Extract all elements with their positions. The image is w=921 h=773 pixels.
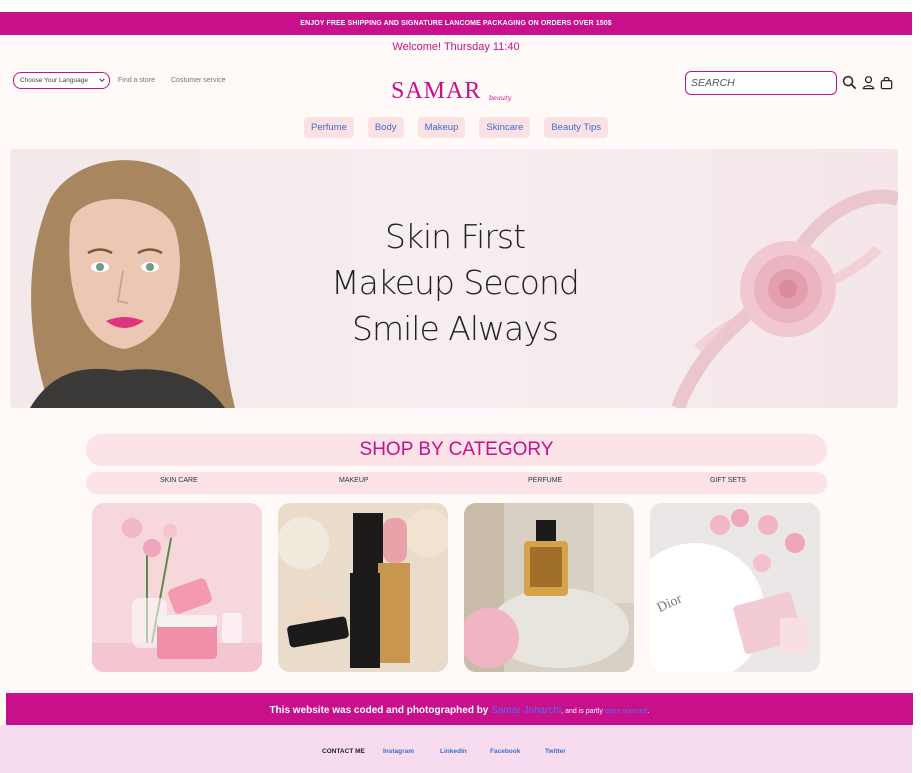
user-icon[interactable] [861, 75, 876, 90]
hero-line-1: Skin First [384, 217, 526, 256]
twitter-link[interactable]: Twitter [545, 748, 566, 755]
hero-line-3: Smile Always [352, 309, 559, 348]
nav-item-skincare[interactable]: Skincare [479, 117, 531, 138]
instagram-link[interactable]: Instagram [383, 748, 414, 755]
hero-banner: Skin First Makeup Second Smile Always [10, 149, 898, 408]
footer-credit-middle: , and is partly [561, 708, 605, 715]
opensource-link[interactable]: open-sourced [605, 708, 648, 715]
tab-makeup[interactable]: MAKEUP [336, 477, 372, 484]
language-select[interactable]: Choose Your Language [13, 72, 110, 89]
gift-set-product-image: Dior [650, 503, 820, 672]
category-card-perfume[interactable] [464, 503, 634, 672]
page: ENJOY FREE SHIPPING AND SIGNATURE LANCOM… [0, 0, 921, 773]
search-input[interactable]: SEARCH [685, 71, 837, 95]
facebook-link[interactable]: Facebook [490, 748, 520, 755]
tab-skin-care[interactable]: SKIN CARE [157, 477, 201, 484]
footer-credit-text: This website was coded and photographed … [269, 705, 492, 716]
site-logo-sub: beauty [489, 94, 512, 102]
nav-item-body[interactable]: Body [367, 117, 404, 138]
perfume-product-image [464, 503, 634, 672]
site-frame: ENJOY FREE SHIPPING AND SIGNATURE LANCOM… [0, 12, 913, 773]
chevron-down-icon [99, 78, 105, 82]
contact-label: CONTACT ME [322, 748, 365, 755]
find-store-link[interactable]: Find a store [118, 77, 155, 84]
main-nav: Perfume Body Makeup Skincare Beauty Tips [0, 117, 912, 138]
category-card-gift-sets[interactable]: Dior [650, 503, 820, 672]
tab-gift-sets[interactable]: GIFT SETS [707, 477, 749, 484]
footer-credit-end: . [647, 708, 650, 715]
hero-line-2: Makeup Second [331, 263, 580, 302]
footer-credit-bar: This website was coded and photographed … [6, 693, 913, 725]
nav-item-perfume[interactable]: Perfume [304, 117, 354, 138]
search-icon[interactable] [842, 75, 857, 90]
hero-portrait-image [30, 160, 236, 408]
shopping-bag-icon[interactable] [879, 75, 894, 90]
makeup-product-image [278, 503, 448, 672]
hero-tagline: Skin First Makeup Second Smile Always [240, 214, 670, 352]
site-logo[interactable]: SAMAR [391, 78, 481, 105]
linkedin-link[interactable]: LinkedIn [440, 748, 467, 755]
welcome-message: Welcome! Thursday 11:40 [392, 41, 520, 53]
category-card-skin-care[interactable] [92, 503, 262, 672]
nav-item-beauty-tips[interactable]: Beauty Tips [544, 117, 608, 138]
nav-item-makeup[interactable]: Makeup [417, 117, 466, 138]
author-link[interactable]: Samar Joharchi [491, 705, 561, 716]
language-select-value: Choose Your Language [20, 77, 88, 84]
hero-rose-image [671, 189, 898, 408]
category-tabs: SKIN CARE MAKEUP PERFUME GIFT SETS [86, 472, 827, 494]
skincare-product-image [92, 503, 262, 672]
category-section-title: SHOP BY CATEGORY [86, 434, 827, 466]
customer-service-link[interactable]: Costumer service [171, 77, 225, 84]
promo-banner: ENJOY FREE SHIPPING AND SIGNATURE LANCOM… [0, 12, 912, 35]
category-card-makeup[interactable] [278, 503, 448, 672]
tab-perfume[interactable]: PERFUME [525, 477, 565, 484]
